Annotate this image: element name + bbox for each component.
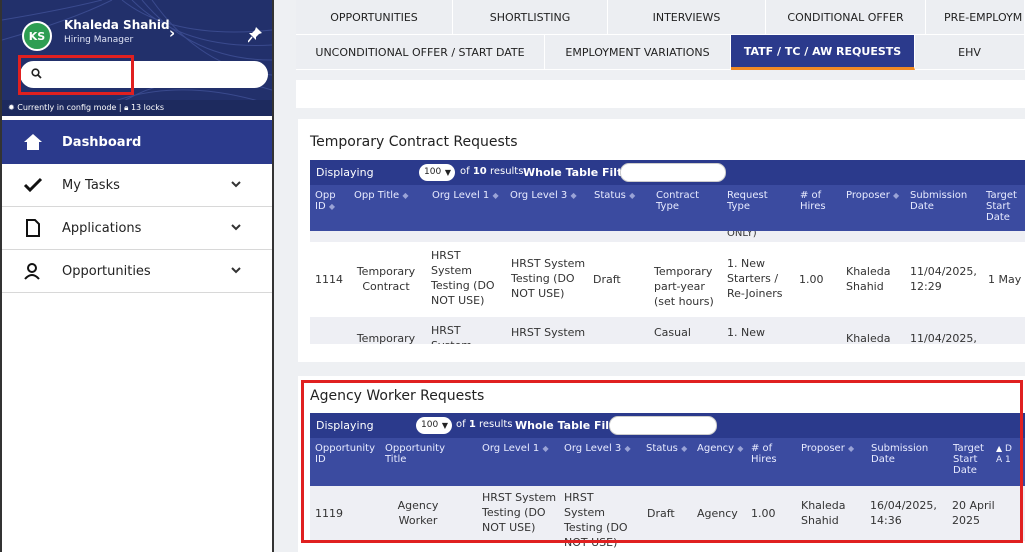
col-org-level-3[interactable]: Org Level 3 ◆ [510,190,577,201]
cell-proposer: Khaleda Shahid [846,265,891,293]
home-icon [24,134,42,150]
cell-status: Draft [593,273,621,286]
lock-icon: 🔒︎ [124,103,129,112]
panel-title: Temporary Contract Requests [310,134,518,150]
user-name: Khaleda Shahid [64,18,170,32]
config-mode-banner: ✹ Currently in config mode | 🔒︎ 13 locks [2,100,272,116]
cell-partial: ONLY) [727,231,757,239]
chevron-down-icon[interactable] [230,264,242,276]
cell-org-level-3: HRST System Testing (DO NOT USE) [511,257,586,300]
cell-request-type: 1. New Starters / Re-Joiners [727,257,783,300]
cell-request-type: 1. New [727,326,765,339]
tab-ehv[interactable]: EHV [915,35,1025,70]
cell-submission-date: 11/04/2025, 12:29 [910,265,977,293]
config-mode-text: Currently in config mode | [17,103,122,112]
nav-item-dashboard[interactable]: Dashboard [2,120,272,164]
tab-unconditional-offer[interactable]: UNCONDITIONAL OFFER / START DATE [296,35,545,70]
cell-submission-date: 11/04/2025, [910,332,977,344]
empty-panel [296,80,1025,108]
table-row[interactable]: Temporary HRST System HRST System Casual… [310,317,1025,344]
search-highlight-box [18,55,134,95]
cell-proposer: Khaleda [846,332,891,344]
results-count: of 10 results [460,166,524,177]
table-row-partial: ONLY) [310,231,1025,242]
cell-contract-type: Casual [654,326,691,339]
tab-pre-employment[interactable]: PRE-EMPLOYM [926,0,1025,35]
check-icon [23,177,43,193]
displaying-label: Displaying [316,166,374,179]
col-org-level-1[interactable]: Org Level 1 ◆ [432,190,499,201]
nav-item-my-tasks[interactable]: My Tasks [2,164,272,207]
nav-label-applications: Applications [62,220,142,236]
tab-tatf-tc-aw-requests[interactable]: TATF / TC / AW REQUESTS [731,35,915,70]
nav-item-opportunities[interactable]: Opportunities [2,250,272,293]
person-search-icon [24,263,40,280]
tab-employment-variations[interactable]: EMPLOYMENT VARIATIONS [545,35,731,70]
cell-hires: 1.00 [799,273,824,286]
cell-org-level-3: HRST System [511,326,586,339]
table-header: Opp ID ◆ Opp Title ◆ Org Level 1 ◆ Org L… [310,185,1025,231]
sidebar-header: KS Khaleda Shahid Hiring Manager › ✹ Cur… [2,0,272,116]
avatar-initials: KS [28,29,46,43]
cell-contract-type: Temporary part-year (set hours) [654,265,714,308]
nav-item-applications[interactable]: Applications [2,207,272,250]
nav-label-my-tasks: My Tasks [62,177,120,193]
locks-count: 13 locks [130,103,164,112]
col-status[interactable]: Status ◆ [594,190,635,201]
chevron-down-icon[interactable] [230,178,242,190]
sidebar: KS Khaleda Shahid Hiring Manager › ✹ Cur… [0,0,274,552]
col-target-start-date[interactable]: Target Start Date [986,190,1025,223]
col-submission-date[interactable]: Submission Date [910,190,970,212]
col-contract-type[interactable]: Contract Type [656,190,704,212]
cell-target-start-date: 1 May 2 [988,273,1025,286]
chevron-right-icon[interactable]: › [169,24,175,42]
page-size-value: 100 [424,167,442,177]
col-opp-title[interactable]: Opp Title ◆ [354,190,409,201]
chevron-down-icon[interactable] [230,221,242,233]
user-role: Hiring Manager [64,35,134,45]
cell-org-level-1: HRST System [431,324,472,344]
tab-shortlisting[interactable]: SHORTLISTING [453,0,608,35]
tab-opportunities[interactable]: OPPORTUNITIES [296,0,453,35]
col-opp-id[interactable]: Opp ID ◆ [315,190,349,212]
cell-opp-id: 1114 [315,273,343,286]
cell-org-level-1: HRST System Testing (DO NOT USE) [431,249,495,307]
temporary-contract-panel: Temporary Contract Requests Displaying 1… [298,119,1025,362]
agency-worker-highlight-box [301,380,1023,543]
cell-opp-title: Temporary [356,332,416,344]
table-controls: Displaying 100 ▼ of 10 results Whole Tabl… [310,160,1025,185]
whole-table-filter-input[interactable] [620,163,726,182]
col-proposer[interactable]: Proposer ◆ [846,190,899,201]
chevron-down-icon: ▼ [444,168,451,177]
document-icon [26,219,40,237]
page-size-select[interactable]: 100 ▼ [419,164,455,181]
col-request-type[interactable]: Request Type [727,190,775,212]
table-row[interactable]: 1114 Temporary Contract HRST System Test… [310,242,1025,317]
nav-label-opportunities: Opportunities [62,263,151,279]
nav-label-dashboard: Dashboard [62,134,142,150]
process-tabs: OPPORTUNITIES SHORTLISTING INTERVIEWS CO… [296,0,1025,72]
pin-icon[interactable] [248,27,262,43]
whole-table-filter-label: Whole Table Filter [523,166,636,179]
tab-interviews[interactable]: INTERVIEWS [608,0,766,35]
gear-icon: ✹ [8,103,15,112]
cell-opp-title: Temporary Contract [356,265,416,293]
avatar[interactable]: KS [22,21,52,51]
col-hires[interactable]: # of Hires [800,190,830,212]
tab-conditional-offer[interactable]: CONDITIONAL OFFER [766,0,926,35]
